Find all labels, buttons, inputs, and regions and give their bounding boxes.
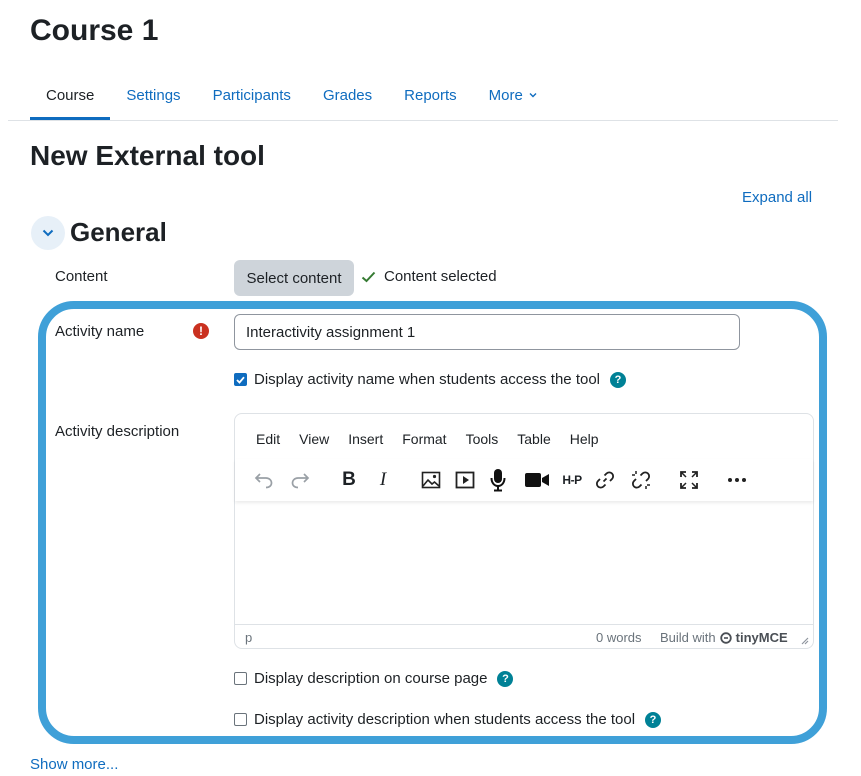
content-selected-status: Content selected	[361, 268, 497, 285]
display-description-row: Display description on course page ?	[234, 670, 514, 687]
undo-icon[interactable]	[251, 467, 277, 493]
editor-menubar: Edit View Insert Format Tools Table Help	[245, 431, 607, 447]
bold-icon[interactable]: B	[336, 467, 362, 493]
help-icon[interactable]: ?	[610, 371, 627, 388]
course-nav: Course Settings Participants Grades Repo…	[30, 70, 554, 120]
nav-divider	[8, 120, 838, 121]
video-camera-icon[interactable]	[522, 467, 552, 493]
display-activity-desc-row: Display activity description when studen…	[234, 711, 662, 728]
expand-all-link[interactable]: Expand all	[742, 189, 812, 206]
tinymce-branding[interactable]: Build with tinyMCE	[660, 630, 788, 645]
chevron-down-icon	[529, 93, 537, 98]
redo-icon[interactable]	[287, 467, 313, 493]
course-title: Course 1	[30, 14, 159, 47]
rich-text-editor: Edit View Insert Format Tools Table Help…	[234, 413, 814, 649]
help-icon[interactable]: ?	[645, 711, 662, 728]
display-name-label: Display activity name when students acce…	[254, 371, 601, 388]
element-path[interactable]: p	[245, 630, 252, 645]
activity-name-input[interactable]	[234, 314, 740, 350]
italic-icon[interactable]: I	[370, 467, 396, 493]
more-icon[interactable]	[724, 467, 750, 493]
activity-description-label: Activity description	[55, 423, 180, 440]
show-more-link[interactable]: Show more...	[30, 756, 118, 773]
editor-statusbar: p 0 words Build with tinyMCE	[235, 624, 813, 648]
help-icon[interactable]: ?	[497, 670, 514, 687]
check-icon	[361, 271, 376, 282]
select-content-button[interactable]: Select content	[234, 260, 354, 296]
display-description-label: Display description on course page	[254, 670, 488, 687]
tab-settings[interactable]: Settings	[110, 70, 196, 120]
tab-more[interactable]: More	[473, 70, 554, 120]
chevron-down-icon	[42, 229, 54, 237]
h5p-icon[interactable]: H-P	[557, 467, 587, 493]
menu-view[interactable]: View	[288, 431, 337, 447]
menu-insert[interactable]: Insert	[337, 431, 391, 447]
menu-table[interactable]: Table	[506, 431, 558, 447]
media-icon[interactable]	[452, 467, 478, 493]
display-activity-desc-label: Display activity description when studen…	[254, 711, 636, 728]
tab-participants[interactable]: Participants	[197, 70, 307, 120]
microphone-icon[interactable]	[485, 467, 511, 493]
tab-reports[interactable]: Reports	[388, 70, 473, 120]
tab-grades[interactable]: Grades	[307, 70, 388, 120]
page-title: New External tool	[30, 140, 265, 171]
fullscreen-icon[interactable]	[676, 467, 702, 493]
required-icon: !	[193, 323, 209, 339]
menu-help[interactable]: Help	[559, 431, 607, 447]
content-label: Content	[55, 268, 108, 285]
tinymce-logo-icon	[719, 631, 732, 644]
display-description-checkbox[interactable]	[234, 672, 247, 685]
menu-format[interactable]: Format	[391, 431, 454, 447]
activity-name-label: Activity name	[55, 323, 145, 340]
editor-toolbar: B I H-P	[235, 459, 813, 501]
menu-edit[interactable]: Edit	[245, 431, 288, 447]
image-icon[interactable]	[418, 467, 444, 493]
resize-handle-icon[interactable]	[800, 636, 809, 645]
word-count[interactable]: 0 words	[596, 630, 642, 645]
display-name-checkbox[interactable]	[234, 373, 247, 386]
section-title-general: General	[70, 217, 167, 247]
display-activity-desc-checkbox[interactable]	[234, 713, 247, 726]
menu-tools[interactable]: Tools	[455, 431, 507, 447]
link-icon[interactable]	[592, 467, 618, 493]
section-collapse-button[interactable]	[31, 216, 65, 250]
check-icon	[236, 376, 245, 384]
editor-content-area[interactable]	[235, 502, 813, 624]
unlink-icon[interactable]	[628, 467, 654, 493]
tab-course[interactable]: Course	[30, 70, 111, 120]
display-name-row: Display activity name when students acce…	[234, 371, 627, 388]
